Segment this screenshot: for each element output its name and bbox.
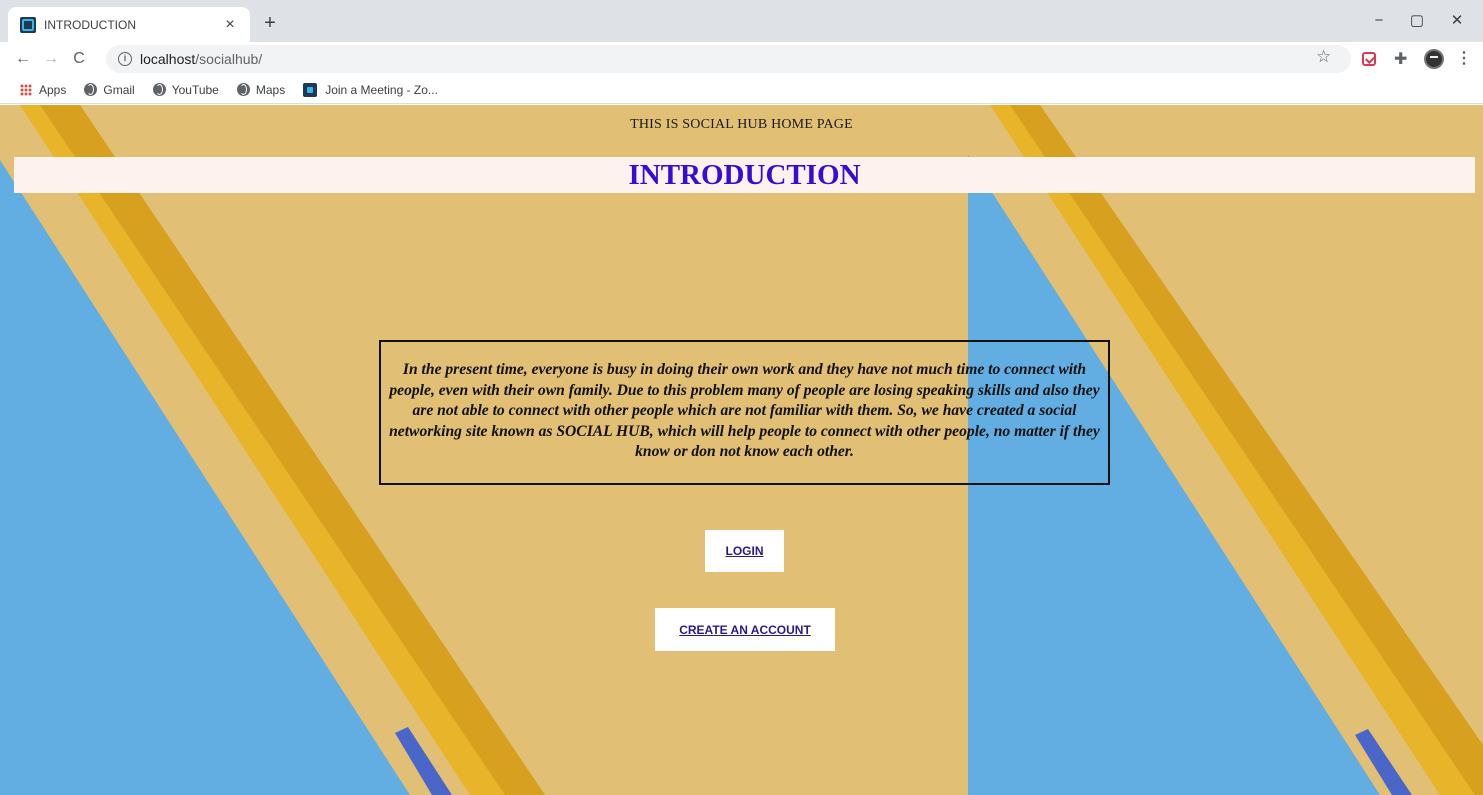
reload-icon[interactable]: C <box>66 46 92 72</box>
browser-toolbar: ← → C i localhost/socialhub/ ☆ ✚ ⋮ <box>0 42 1483 76</box>
address-bar[interactable]: i localhost/socialhub/ <box>106 45 1351 73</box>
bookmark-gmail[interactable]: Gmail <box>84 82 135 97</box>
intro-box: In the present time, everyone is busy in… <box>379 340 1110 485</box>
minimize-icon[interactable]: − <box>1360 8 1398 34</box>
site-favicon-icon <box>20 16 36 33</box>
bookmark-maps[interactable]: Maps <box>236 82 286 97</box>
browser-tabstrip: INTRODUCTION × + − ▢ ✕ <box>0 0 1483 42</box>
address-url: localhost/socialhub/ <box>140 51 262 67</box>
create-account-button[interactable]: CREATE AN ACCOUNT <box>655 608 835 651</box>
forward-icon[interactable]: → <box>38 46 64 72</box>
new-tab-button[interactable]: + <box>258 12 282 36</box>
bookmark-label: Apps <box>39 82 67 97</box>
site-info-icon[interactable]: i <box>118 52 132 66</box>
globe-icon <box>152 83 166 96</box>
browser-menu-icon[interactable]: ⋮ <box>1456 48 1472 68</box>
browser-tab[interactable]: INTRODUCTION × <box>8 7 250 42</box>
login-link[interactable]: LOGIN <box>726 544 764 558</box>
tab-close-icon[interactable]: × <box>220 15 240 35</box>
bookmarks-bar: Apps Gmail YouTube Maps Join a Meeting -… <box>0 76 1483 104</box>
page-title: INTRODUCTION <box>628 159 861 191</box>
bookmark-youtube[interactable]: YouTube <box>152 82 219 97</box>
page-header-line: THIS IS SOCIAL HUB HOME PAGE <box>630 117 853 132</box>
back-icon[interactable]: ← <box>10 46 36 72</box>
page-viewport: THIS IS SOCIAL HUB HOME PAGE INTRODUCTIO… <box>0 105 1483 795</box>
globe-icon <box>84 83 98 96</box>
bookmark-zoom-meeting[interactable]: Join a Meeting - Zo... <box>303 82 438 97</box>
zoom-icon <box>303 82 318 97</box>
tab-title: INTRODUCTION <box>44 17 136 32</box>
bookmark-star-icon[interactable]: ☆ <box>1316 47 1331 67</box>
create-account-link[interactable]: CREATE AN ACCOUNT <box>679 623 811 637</box>
bookmark-label: Maps <box>255 82 286 97</box>
bookmark-label: Gmail <box>103 82 135 97</box>
intro-paragraph: In the present time, everyone is busy in… <box>389 361 1100 460</box>
globe-icon <box>236 83 250 96</box>
apps-grid-icon <box>20 83 32 96</box>
extensions-puzzle-icon[interactable]: ✚ <box>1394 49 1407 69</box>
title-bar: INTRODUCTION <box>14 157 1475 193</box>
close-window-icon[interactable]: ✕ <box>1438 8 1476 34</box>
url-path: /socialhub/ <box>195 51 263 67</box>
url-host: localhost <box>140 51 196 67</box>
maximize-icon[interactable]: ▢ <box>1398 8 1436 34</box>
bookmark-label: YouTube <box>171 82 219 97</box>
login-button[interactable]: LOGIN <box>705 530 784 572</box>
bookmark-apps[interactable]: Apps <box>20 83 66 97</box>
bookmark-label: Join a Meeting - Zo... <box>325 82 438 97</box>
profile-avatar[interactable] <box>1424 49 1444 69</box>
pocket-extension-icon[interactable] <box>1362 52 1376 66</box>
